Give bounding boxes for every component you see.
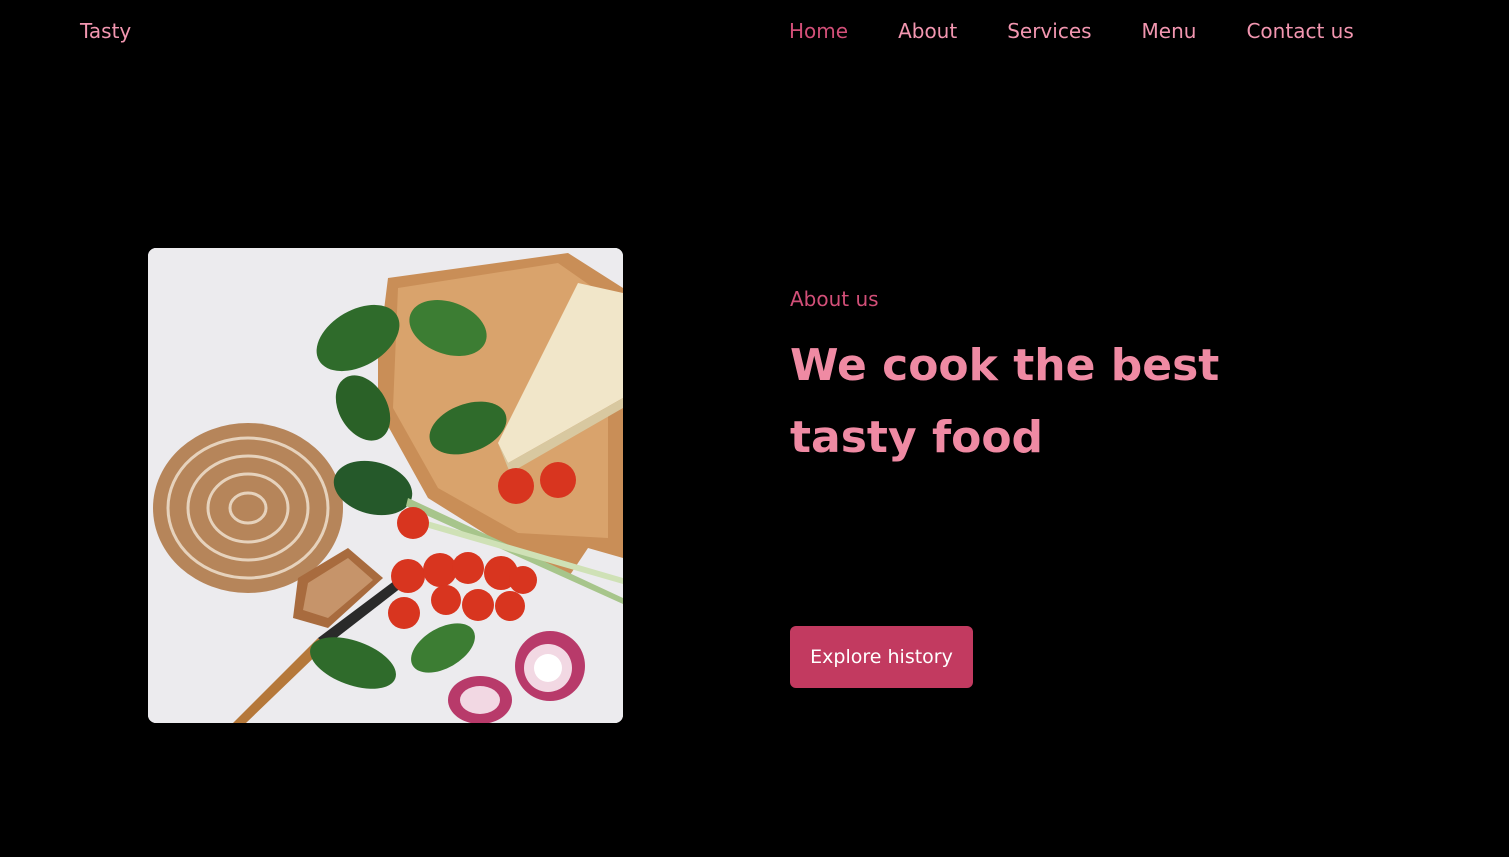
nav-menu-link[interactable]: Menu [1142,19,1197,43]
nav-about-link[interactable]: About [898,19,957,43]
headline-line-2: tasty food [790,412,1044,463]
hero-headline: We cook the best tasty food [790,330,1350,474]
explore-history-button[interactable]: Explore history [790,626,973,688]
hero-food-image [148,248,623,723]
main-nav: Home About Services Menu Contact us [789,19,1354,43]
brand-logo[interactable]: Tasty [80,19,131,43]
section-eyebrow: About us [790,287,879,311]
nav-contact-link[interactable]: Contact us [1246,19,1353,43]
headline-line-1: We cook the best [790,340,1220,391]
page: Tasty Home About Services Menu Contact u… [0,0,1509,857]
nav-home-link[interactable]: Home [789,19,848,43]
nav-services-link[interactable]: Services [1007,19,1091,43]
